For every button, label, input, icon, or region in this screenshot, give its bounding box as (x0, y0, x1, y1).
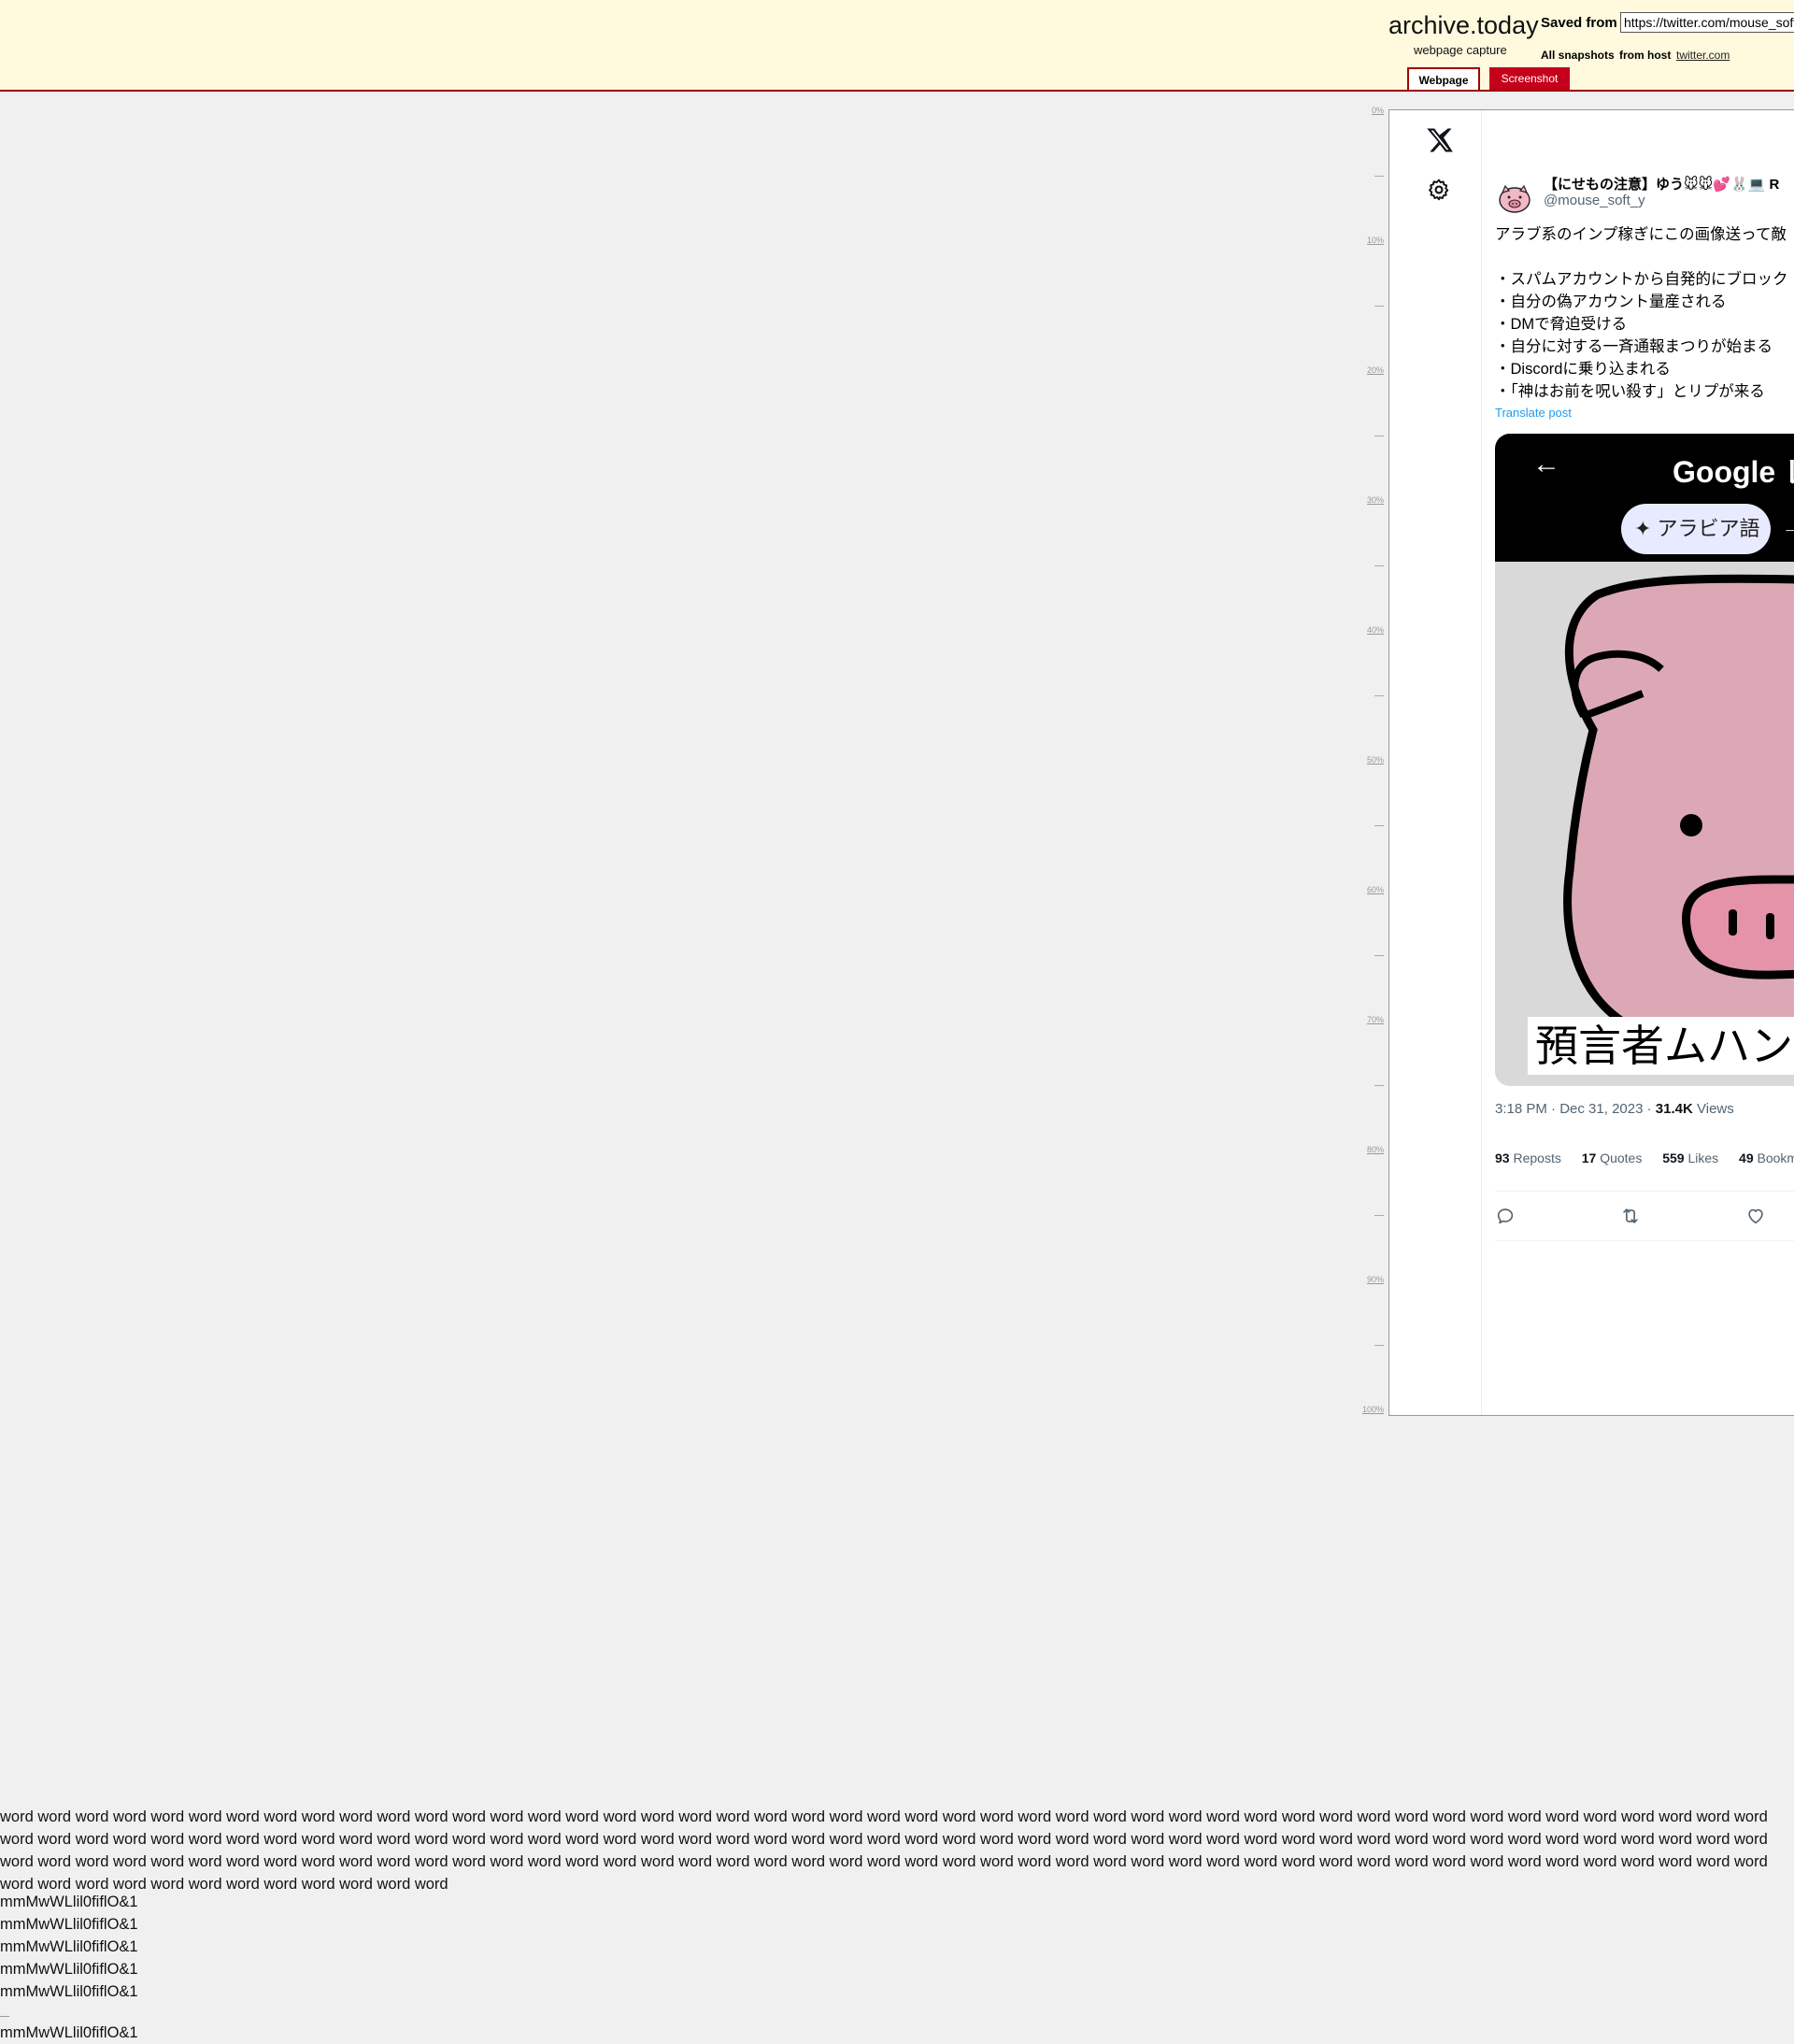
back-arrow-icon: ← (1532, 449, 1560, 479)
ruler-tick (1374, 565, 1384, 566)
meta-separator: · (1646, 1101, 1652, 1117)
ruler-label[interactable]: 30% (1346, 495, 1384, 505)
ruler-label[interactable]: 90% (1346, 1275, 1384, 1284)
quotes-count: 17 (1581, 1151, 1597, 1165)
reposts-label: Reposts (1513, 1151, 1561, 1165)
glyph-line: mmMwWLlil0fiflO&1 (0, 2024, 138, 2041)
ruler-label[interactable]: 40% (1346, 625, 1384, 635)
tweet-media-image[interactable]: ← Google レ ✦ アラビア語 → 預言者ムハン (1495, 434, 1794, 1086)
ruler-label[interactable]: 0% (1346, 106, 1384, 115)
bookmarks-count: 49 (1739, 1151, 1754, 1165)
views-count: 31.4K (1655, 1101, 1693, 1117)
host-link[interactable]: twitter.com (1676, 49, 1730, 62)
quotes-label: Quotes (1600, 1151, 1643, 1165)
filler-word-paragraph: word word word word word word word word … (0, 1808, 1768, 1893)
media-google-text: Google レ (1673, 455, 1794, 489)
author-avatar[interactable] (1495, 178, 1534, 217)
archive-logo[interactable]: archive.today (1388, 11, 1539, 40)
archive-header: archive.today webpage capture Saved from… (0, 0, 1794, 92)
twitter-left-nav (1389, 110, 1482, 1415)
tab-screenshot[interactable]: Screenshot (1489, 67, 1570, 90)
glyph-line: mmMwWLlil0fiflO&1 (0, 1983, 138, 2000)
likes-label: Likes (1687, 1151, 1719, 1165)
glyph-line: mmMwWLlil0fiflO&1 (0, 1894, 138, 1910)
like-heart-icon[interactable] (1745, 1206, 1766, 1226)
reposts-count: 93 (1495, 1151, 1510, 1165)
ruler-label[interactable]: 20% (1346, 365, 1384, 375)
tweet-text: アラブ系のインプ稼ぎにこの画像送って敵 ・スパムアカウントから自発的にブロック … (1495, 226, 1788, 400)
sparkle-icon: ✦ (1634, 517, 1658, 540)
ruler-tick (1374, 1214, 1384, 1216)
media-language-chip: ✦ アラビア語 (1621, 504, 1771, 554)
saved-url-field[interactable]: https://twitter.com/mouse_soft_y/status/… (1620, 12, 1794, 33)
ruler-label[interactable]: 50% (1346, 755, 1384, 765)
ruler-tick (1374, 1344, 1384, 1346)
likes-count: 559 (1662, 1151, 1685, 1165)
ruler-tick (1374, 175, 1384, 177)
quotes-stat[interactable]: 17 Quotes (1582, 1151, 1643, 1165)
glyph-line: mmMwWLlil0fiflO&1 (0, 1916, 138, 1933)
pig-illustration (1495, 562, 1794, 1086)
tweet-engagement-counts: 93 Reposts 17 Quotes 559 Likes 49 Bookm (1495, 1151, 1794, 1165)
tab-webpage[interactable]: Webpage (1407, 67, 1480, 90)
media-caption: 預言者ムハン (1528, 1017, 1794, 1075)
ruler-tick (1374, 305, 1384, 307)
from-host-label: from host (1619, 49, 1672, 62)
media-chip-label: アラビア語 (1657, 517, 1760, 540)
author-handle[interactable]: @mouse_soft_y (1544, 193, 1645, 208)
divider (0, 2016, 9, 2017)
x-logo-icon[interactable] (1426, 126, 1454, 154)
captured-page-frame: 【にせもの注意】ゆう🐭🐭💕🐰💻 R @mouse_soft_y アラブ系のインプ… (1388, 109, 1794, 1416)
ruler-label[interactable]: 10% (1346, 236, 1384, 245)
saved-from-label: Saved from (1541, 15, 1617, 31)
reposts-stat[interactable]: 93 Reposts (1495, 1151, 1561, 1165)
views-label: Views (1697, 1101, 1734, 1117)
gear-icon[interactable] (1427, 178, 1451, 202)
ruler-label[interactable]: 70% (1346, 1015, 1384, 1024)
tweet-meta: 3:18 PM · Dec 31, 2023 · 31.4K Views (1495, 1101, 1734, 1117)
meta-separator: · (1551, 1101, 1557, 1117)
tweet-date[interactable]: Dec 31, 2023 (1559, 1101, 1643, 1117)
reply-icon[interactable] (1495, 1206, 1516, 1226)
ruler-tick (1374, 954, 1384, 956)
tweet-action-bar (1495, 1191, 1794, 1241)
repost-icon[interactable] (1620, 1206, 1641, 1226)
archive-logo-subtitle: webpage capture (1414, 43, 1507, 57)
ruler-label[interactable]: 80% (1346, 1145, 1384, 1154)
bookmarks-stat[interactable]: 49 Bookm (1739, 1151, 1794, 1165)
ruler-tick (1374, 1084, 1384, 1086)
tweet-time[interactable]: 3:18 PM (1495, 1101, 1547, 1117)
ruler-label[interactable]: 60% (1346, 885, 1384, 894)
glyph-line: mmMwWLlil0fiflO&1 (0, 1938, 138, 1955)
translate-post-link[interactable]: Translate post (1495, 406, 1572, 420)
all-snapshots-link[interactable]: All snapshots (1541, 49, 1615, 62)
ruler-label[interactable]: 100% (1346, 1405, 1384, 1414)
media-header-bar: ← Google レ ✦ アラビア語 → (1495, 434, 1794, 562)
author-name[interactable]: 【にせもの注意】ゆう🐭🐭💕🐰💻 R (1544, 174, 1779, 193)
ruler-tick (1374, 824, 1384, 826)
likes-stat[interactable]: 559 Likes (1662, 1151, 1718, 1165)
ruler-tick (1374, 694, 1384, 696)
glyph-line: mmMwWLlil0fiflO&1 (0, 1961, 138, 1978)
bookmarks-label: Bookm (1757, 1151, 1794, 1165)
arrow-right-icon: → (1781, 512, 1794, 540)
